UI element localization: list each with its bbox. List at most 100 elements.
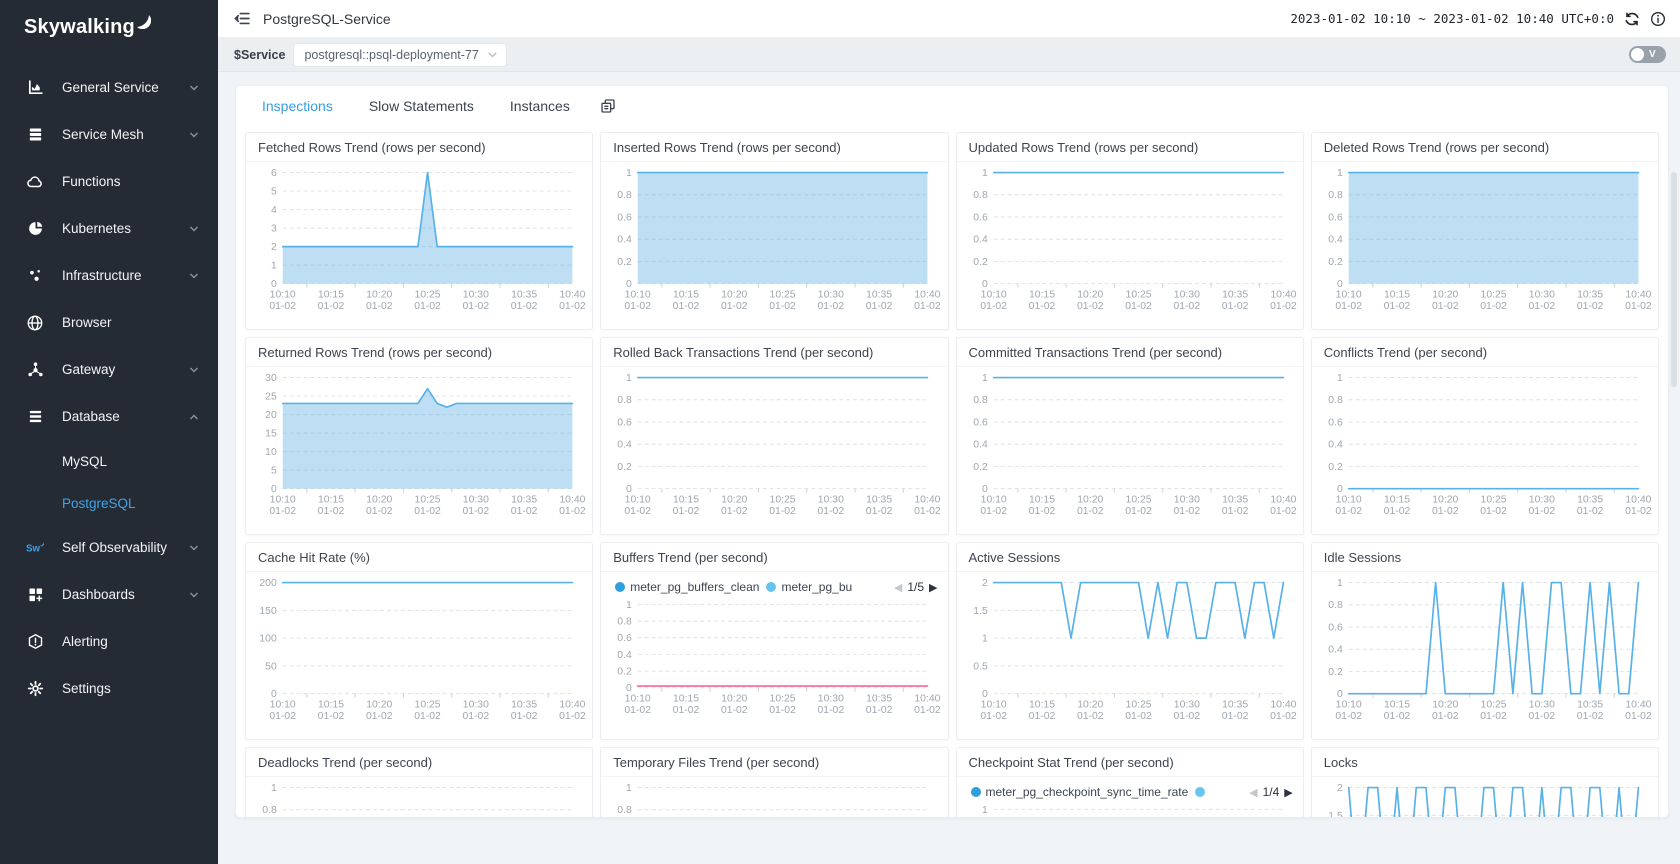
refresh-icon[interactable] [1624, 11, 1640, 27]
tab-slow-statements[interactable]: Slow Statements [369, 98, 474, 114]
svg-text:2: 2 [271, 242, 277, 253]
sidebar-item-label: Functions [62, 174, 200, 189]
svg-text:10:1001-02: 10:1001-02 [625, 694, 652, 716]
chart-card-locks: Locks00.511.5210:1001-0210:1501-0210:200… [1311, 747, 1659, 817]
legend-prev-icon[interactable]: ◀ [1249, 786, 1257, 799]
svg-text:10:3001-02: 10:3001-02 [818, 694, 845, 716]
chart-title: Temporary Files Trend (per second) [601, 748, 947, 777]
svg-text:10:4001-02: 10:4001-02 [1270, 290, 1297, 312]
svg-text:10:1501-02: 10:1501-02 [318, 495, 345, 517]
svg-text:10:1501-02: 10:1501-02 [673, 290, 700, 312]
svg-text:10:1501-02: 10:1501-02 [1028, 495, 1055, 517]
sidebar-item-service-mesh[interactable]: Service Mesh [0, 111, 218, 158]
legend-dot-icon [1195, 787, 1205, 797]
chart-card-returned-rows-trend-rows-per-second: Returned Rows Trend (rows per second)051… [245, 337, 593, 535]
service-select[interactable]: postgresql::psql-deployment-77 [293, 43, 506, 67]
svg-text:10:1501-02: 10:1501-02 [673, 495, 700, 517]
svg-text:10:3001-02: 10:3001-02 [463, 495, 490, 517]
svg-text:10:4001-02: 10:4001-02 [1270, 700, 1297, 722]
chart-title: Committed Transactions Trend (per second… [957, 338, 1303, 367]
chart-plot: 00.20.40.60.8110:1001-0210:1501-0210:200… [957, 162, 1303, 320]
sidebar-item-gateway[interactable]: Gateway [0, 346, 218, 393]
copy-dashboard-icon[interactable] [600, 98, 616, 114]
svg-text:0: 0 [981, 484, 987, 495]
chart-title: Rolled Back Transactions Trend (per seco… [601, 338, 947, 367]
chevron-down-icon [487, 49, 498, 60]
svg-text:0.2: 0.2 [1328, 667, 1343, 678]
page-title: PostgreSQL-Service [263, 11, 391, 27]
legend-label: meter_pg_buffers_clean [630, 580, 759, 594]
sidebar-item-settings[interactable]: Settings [0, 665, 218, 712]
svg-text:10: 10 [265, 447, 277, 458]
svg-text:0.4: 0.4 [618, 650, 633, 661]
svg-text:200: 200 [259, 578, 277, 589]
chart-body: 05010015020010:1001-0210:1501-0210:2001-… [246, 572, 592, 739]
sidebar-item-self-observability[interactable]: SwSelf Observability [0, 524, 218, 571]
legend-next-icon[interactable]: ▶ [929, 581, 937, 594]
legend-item[interactable] [1195, 787, 1205, 797]
sidebar-item-database[interactable]: Database [0, 393, 218, 440]
svg-text:10:1001-02: 10:1001-02 [625, 290, 652, 312]
svg-text:10:1001-02: 10:1001-02 [980, 700, 1007, 722]
vertical-scrollbar[interactable] [1671, 172, 1677, 387]
svg-text:10:4001-02: 10:4001-02 [1625, 700, 1652, 722]
svg-text:10:1501-02: 10:1501-02 [1383, 290, 1410, 312]
svg-text:0.6: 0.6 [618, 417, 633, 428]
sidebar-item-dashboards[interactable]: Dashboards [0, 571, 218, 618]
svg-text:10:3001-02: 10:3001-02 [1173, 290, 1200, 312]
chart-body: 00.20.40.60.8110:1001-0210:1501-0210:200… [1312, 162, 1658, 329]
legend-item[interactable]: meter_pg_bu [766, 580, 852, 594]
sidebar-item-infrastructure[interactable]: Infrastructure [0, 252, 218, 299]
chart-plot: 00.20.40.60.8110:1001-0210:1501-0210:200… [957, 367, 1303, 525]
chart-title: Conflicts Trend (per second) [1312, 338, 1658, 367]
tab-instances[interactable]: Instances [510, 98, 570, 114]
menu-fold-icon[interactable] [234, 10, 251, 27]
sidebar-item-kubernetes[interactable]: Kubernetes [0, 205, 218, 252]
sidebar-subitem-postgresql[interactable]: PostgreSQL [0, 482, 218, 524]
legend-item[interactable]: meter_pg_checkpoint_sync_time_rate [971, 785, 1189, 799]
svg-text:10:4001-02: 10:4001-02 [914, 495, 941, 517]
sidebar-item-label: Self Observability [62, 540, 188, 555]
svg-text:0.4: 0.4 [973, 440, 988, 451]
svg-text:1: 1 [626, 373, 632, 384]
svg-text:10:1001-02: 10:1001-02 [625, 495, 652, 517]
svg-text:0: 0 [1337, 279, 1343, 290]
svg-text:4: 4 [271, 205, 277, 216]
svg-text:0.6: 0.6 [973, 212, 988, 223]
svg-text:2: 2 [981, 578, 987, 589]
legend-dot-icon [766, 582, 776, 592]
legend-dot-icon [971, 787, 981, 797]
legend-item[interactable]: meter_pg_buffers_clean [615, 580, 759, 594]
legend-next-icon[interactable]: ▶ [1284, 786, 1292, 799]
svg-text:10:1501-02: 10:1501-02 [1383, 700, 1410, 722]
svg-text:10:3001-02: 10:3001-02 [1173, 495, 1200, 517]
sidebar-item-functions[interactable]: Functions [0, 158, 218, 205]
sidebar-item-label: Settings [62, 681, 200, 696]
svg-text:10:3501-02: 10:3501-02 [1221, 290, 1248, 312]
variables-visibility-toggle[interactable]: V [1629, 46, 1666, 63]
chart-title: Fetched Rows Trend (rows per second) [246, 133, 592, 162]
tab-inspections[interactable]: Inspections [262, 98, 333, 114]
sidebar-item-browser[interactable]: Browser [0, 299, 218, 346]
sidebar-subitem-mysql[interactable]: MySQL [0, 440, 218, 482]
chart-plot: 00.20.40.60.8110:1001-0210:1501-0210:200… [1312, 572, 1658, 730]
svg-text:10:3001-02: 10:3001-02 [1173, 700, 1200, 722]
svg-text:25: 25 [265, 392, 277, 403]
svg-text:1: 1 [1337, 168, 1343, 179]
legend-pagination: ◀1/5▶ [894, 580, 938, 594]
svg-text:0.2: 0.2 [618, 257, 633, 268]
svg-text:150: 150 [259, 606, 277, 617]
chart-title: Checkpoint Stat Trend (per second) [957, 748, 1303, 777]
svg-text:10:3501-02: 10:3501-02 [1577, 700, 1604, 722]
sidebar-item-general-service[interactable]: General Service [0, 64, 218, 111]
sidebar-item-alerting[interactable]: Alerting [0, 618, 218, 665]
svg-text:1: 1 [981, 805, 987, 816]
cloud-icon [26, 173, 44, 191]
info-icon[interactable] [1650, 11, 1666, 27]
svg-text:10:2001-02: 10:2001-02 [1432, 495, 1459, 517]
svg-text:10:1501-02: 10:1501-02 [1383, 495, 1410, 517]
svg-text:0.2: 0.2 [1328, 257, 1343, 268]
time-range[interactable]: 2023-01-02 10:10 ~ 2023-01-02 10:40 UTC+… [1290, 11, 1614, 26]
svg-text:0.4: 0.4 [1328, 440, 1343, 451]
legend-prev-icon[interactable]: ◀ [894, 581, 902, 594]
